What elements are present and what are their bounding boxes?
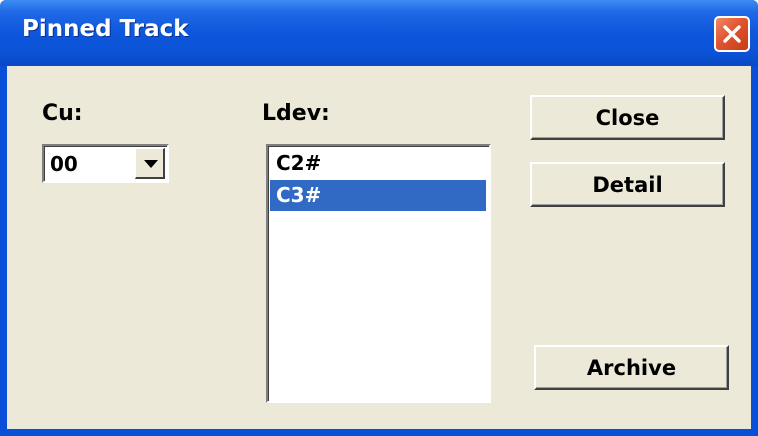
- cu-dropdown-button[interactable]: [135, 148, 165, 179]
- ldev-list-item[interactable]: C2#: [270, 148, 486, 179]
- pinned-track-dialog: Pinned Track Cu: 00 Ldev: C2# C3# Close …: [0, 0, 758, 436]
- cu-label: Cu:: [42, 101, 83, 126]
- cu-combobox[interactable]: 00: [42, 144, 169, 183]
- cu-selected-value: 00: [50, 152, 78, 176]
- ldev-label: Ldev:: [262, 101, 330, 126]
- ldev-listbox[interactable]: C2# C3#: [266, 144, 491, 403]
- chevron-down-icon: [144, 160, 158, 168]
- ldev-list-item-selected[interactable]: C3#: [270, 180, 486, 211]
- archive-button[interactable]: Archive: [534, 345, 729, 390]
- window-title: Pinned Track: [22, 16, 189, 42]
- title-bar[interactable]: Pinned Track: [0, 0, 758, 66]
- close-window-button[interactable]: [714, 16, 750, 52]
- dialog-client-area: Cu: 00 Ldev: C2# C3# Close Detail Archiv…: [7, 66, 751, 429]
- close-button[interactable]: Close: [530, 95, 725, 140]
- close-icon: [723, 25, 741, 43]
- detail-button[interactable]: Detail: [530, 162, 725, 207]
